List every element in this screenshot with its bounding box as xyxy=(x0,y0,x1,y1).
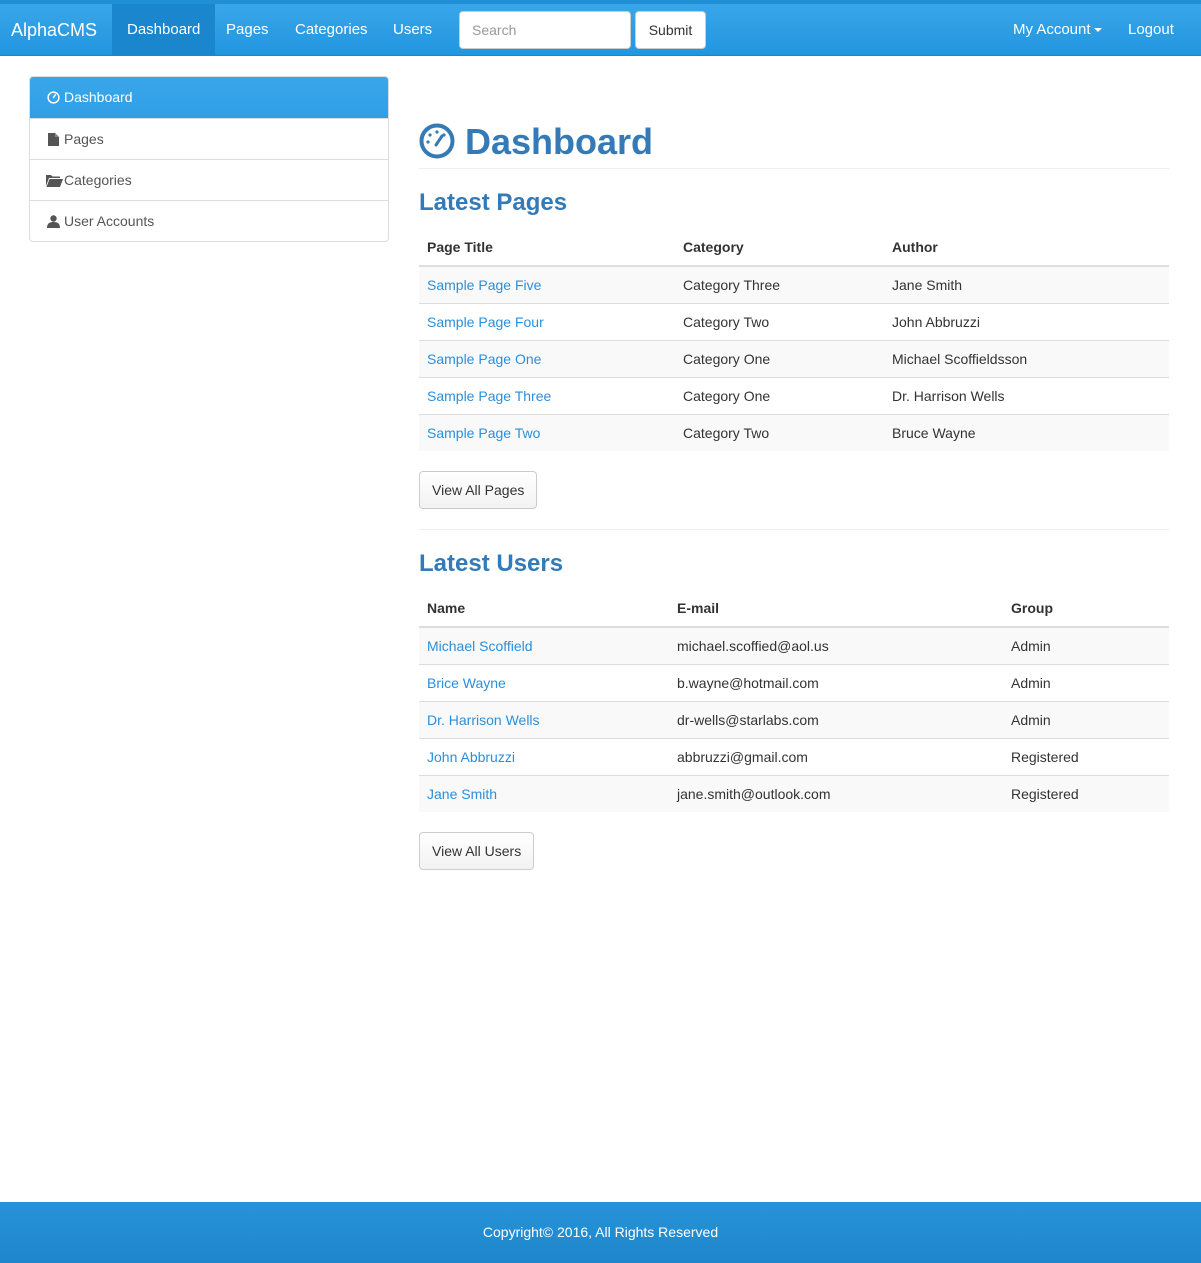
table-row: Sample Page Three Category One Dr. Harri… xyxy=(419,376,1169,414)
user-name-link[interactable]: Michael Scoffield xyxy=(427,638,533,654)
table-cell: Category Two xyxy=(675,413,884,451)
column-header: Name xyxy=(419,590,669,628)
user-name-link[interactable]: John Abbruzzi xyxy=(427,749,515,765)
footer: Copyright© 2016, All Rights Reserved xyxy=(0,1202,1201,1263)
table-cell: b.wayne@hotmail.com xyxy=(669,663,1003,701)
table-cell: michael.scoffied@aol.us xyxy=(669,626,1003,664)
nav-pages[interactable]: Pages xyxy=(211,4,284,56)
sidebar: Dashboard Pages Categories User Accounts xyxy=(29,76,389,242)
table-cell: Category Two xyxy=(675,302,884,340)
main-content: Dashboard Latest Pages Page Title Catego… xyxy=(419,76,1169,870)
sidebar-item-label: Categories xyxy=(64,171,132,188)
table-cell: Jane Smith xyxy=(419,774,669,812)
sidebar-item-label: User Accounts xyxy=(64,212,155,229)
user-icon xyxy=(46,214,60,228)
table-cell: Dr. Harrison Wells xyxy=(419,700,669,738)
page-title-link[interactable]: Sample Page Five xyxy=(427,277,541,293)
table-cell: abbruzzi@gmail.com xyxy=(669,737,1003,775)
table-cell: Admin xyxy=(1003,626,1169,664)
table-cell: Sample Page Two xyxy=(419,413,675,451)
table-cell: Sample Page Five xyxy=(419,265,675,303)
nav-dashboard[interactable]: Dashboard xyxy=(112,4,216,56)
file-icon xyxy=(46,132,60,146)
dashboard-icon xyxy=(46,91,60,105)
table-row: Sample Page Four Category Two John Abbru… xyxy=(419,302,1169,340)
table-cell: Sample Page Four xyxy=(419,302,675,340)
column-header: Author xyxy=(884,229,1169,267)
table-row: Sample Page Five Category Three Jane Smi… xyxy=(419,265,1169,303)
sidebar-item-dashboard[interactable]: Dashboard xyxy=(30,77,388,118)
nav-categories[interactable]: Categories xyxy=(280,4,383,56)
submit-button[interactable]: Submit xyxy=(635,11,706,49)
dashboard-icon xyxy=(419,123,455,162)
section-divider xyxy=(419,529,1169,530)
column-header: Category xyxy=(675,229,884,267)
table-cell: Brice Wayne xyxy=(419,663,669,701)
table-row: Jane Smith jane.smith@outlook.com Regist… xyxy=(419,774,1169,812)
sidebar-item-label: Pages xyxy=(64,130,104,147)
table-cell: Admin xyxy=(1003,700,1169,738)
column-header: Group xyxy=(1003,590,1169,628)
latest-pages-table: Page Title Category Author Sample Page F… xyxy=(419,229,1169,451)
table-cell: Sample Page One xyxy=(419,339,675,377)
table-cell: Category One xyxy=(675,339,884,377)
table-cell: Sample Page Three xyxy=(419,376,675,414)
table-row: Brice Wayne b.wayne@hotmail.com Admin xyxy=(419,663,1169,701)
latest-users-table: Name E-mail Group Michael Scoffield mich… xyxy=(419,590,1169,812)
table-cell: John Abbruzzi xyxy=(419,737,669,775)
table-cell: Registered xyxy=(1003,774,1169,812)
page-title-link[interactable]: Sample Page Three xyxy=(427,388,551,404)
user-name-link[interactable]: Dr. Harrison Wells xyxy=(427,712,540,728)
folder-open-icon xyxy=(46,173,63,187)
caret-down-icon xyxy=(1093,28,1102,33)
table-cell: Dr. Harrison Wells xyxy=(884,376,1169,414)
sidebar-item-pages[interactable]: Pages xyxy=(30,118,388,159)
logout-link[interactable]: Logout xyxy=(1113,4,1189,56)
user-name-link[interactable]: Jane Smith xyxy=(427,786,497,802)
sidebar-item-label: Dashboard xyxy=(64,89,133,105)
table-cell: Admin xyxy=(1003,663,1169,701)
table-cell: Michael Scoffieldsson xyxy=(884,339,1169,377)
user-name-link[interactable]: Brice Wayne xyxy=(427,675,506,691)
sidebar-item-user-accounts[interactable]: User Accounts xyxy=(30,200,388,241)
table-row: Dr. Harrison Wells dr-wells@starlabs.com… xyxy=(419,700,1169,738)
column-header: Page Title xyxy=(419,229,675,267)
table-cell: Registered xyxy=(1003,737,1169,775)
page-title-link[interactable]: Sample Page Two xyxy=(427,425,540,441)
table-cell: Category Three xyxy=(675,265,884,303)
my-account-dropdown[interactable]: My Account xyxy=(998,4,1117,56)
my-account-label: My Account xyxy=(1013,21,1091,38)
page-title-link[interactable]: Sample Page One xyxy=(427,351,541,367)
view-all-users-button[interactable]: View All Users xyxy=(419,832,535,870)
table-cell: Bruce Wayne xyxy=(884,413,1169,451)
top-navbar: AlphaCMS Dashboard Pages Categories User… xyxy=(0,0,1201,56)
table-cell: jane.smith@outlook.com xyxy=(669,774,1003,812)
table-cell: John Abbruzzi xyxy=(884,302,1169,340)
nav-users[interactable]: Users xyxy=(378,4,447,56)
copyright-text: Copyright© 2016, All Rights Reserved xyxy=(482,1224,719,1240)
table-cell: dr-wells@starlabs.com xyxy=(669,700,1003,738)
table-row: Sample Page One Category One Michael Sco… xyxy=(419,339,1169,377)
table-row: Sample Page Two Category Two Bruce Wayne xyxy=(419,413,1169,451)
brand-link[interactable]: AlphaCMS xyxy=(11,4,97,56)
page-header: Dashboard xyxy=(419,116,1169,169)
table-row: John Abbruzzi abbruzzi@gmail.com Registe… xyxy=(419,737,1169,775)
page-title-link[interactable]: Sample Page Four xyxy=(427,314,544,330)
search-input[interactable] xyxy=(459,11,631,49)
table-cell: Category One xyxy=(675,376,884,414)
table-cell: Michael Scoffield xyxy=(419,626,669,664)
column-header: E-mail xyxy=(669,590,1003,628)
table-cell: Jane Smith xyxy=(884,265,1169,303)
latest-users-heading: Latest Users xyxy=(419,550,564,577)
page-title: Dashboard xyxy=(465,121,654,162)
view-all-pages-button[interactable]: View All Pages xyxy=(419,471,538,509)
table-row: Michael Scoffield michael.scoffied@aol.u… xyxy=(419,626,1169,664)
latest-pages-heading: Latest Pages xyxy=(419,189,568,216)
sidebar-item-categories[interactable]: Categories xyxy=(30,159,388,200)
